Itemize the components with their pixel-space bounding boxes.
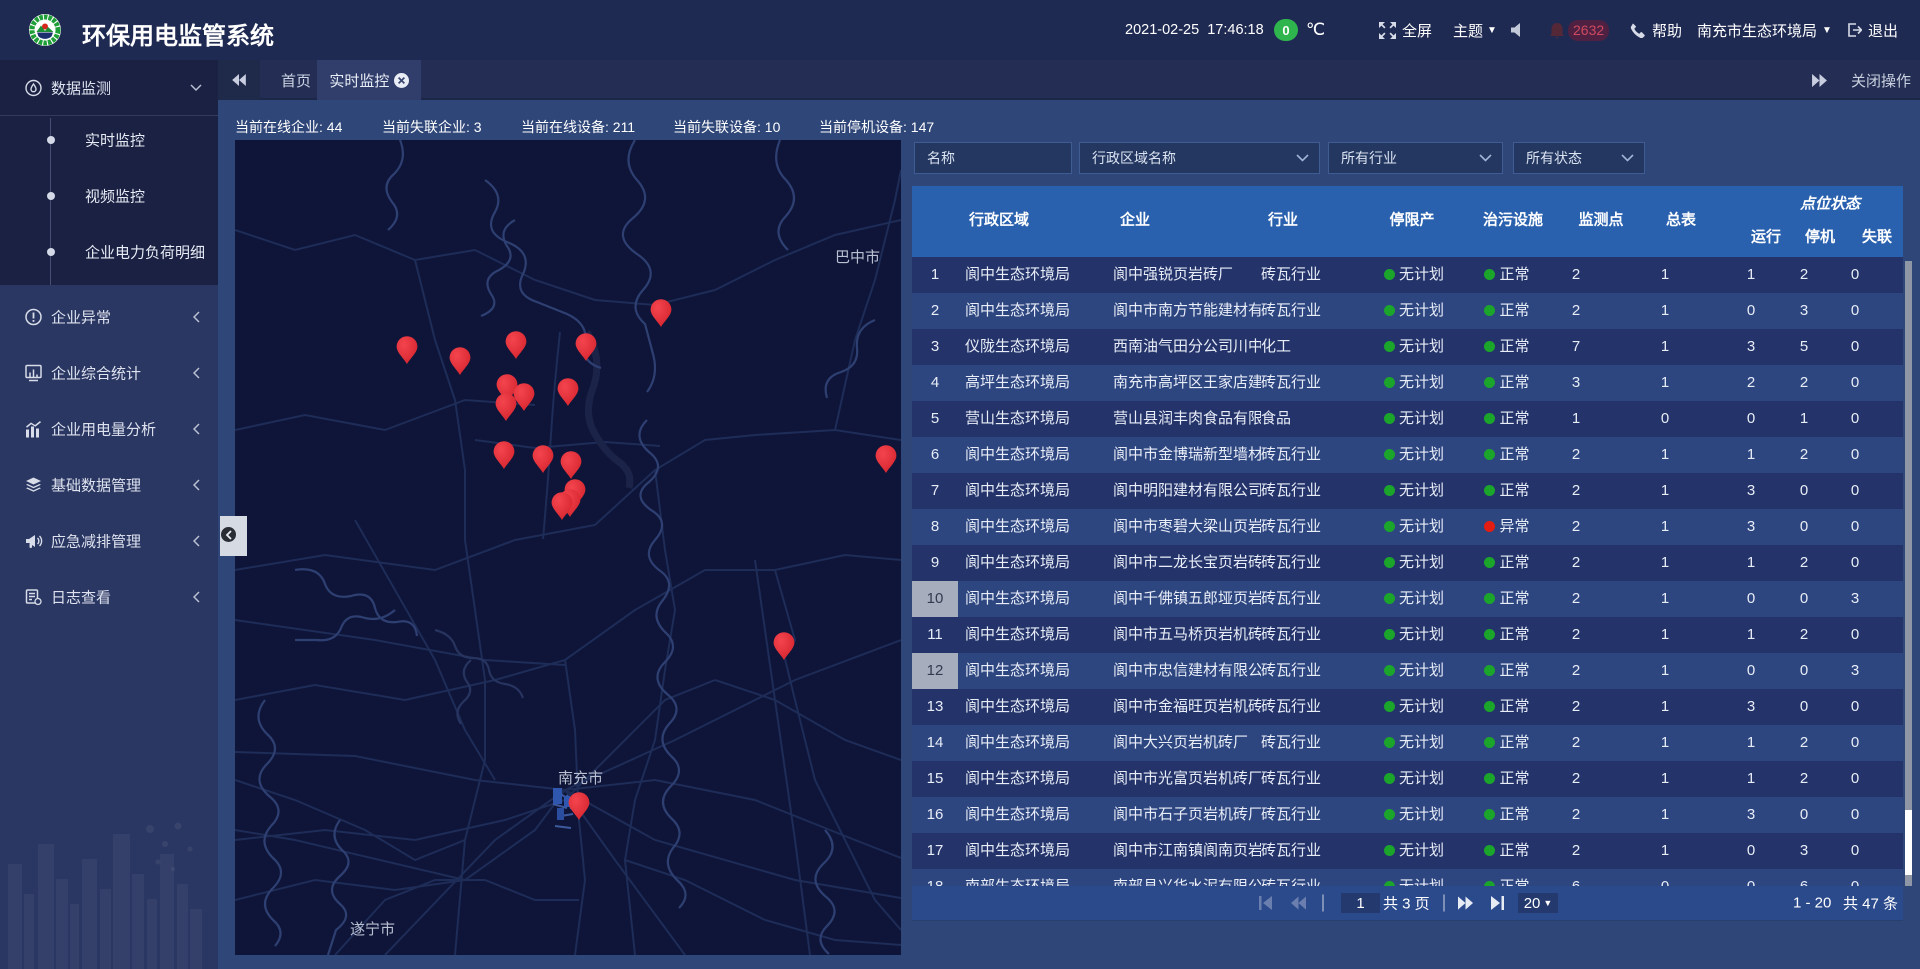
svg-text:遂宁市: 遂宁市 bbox=[350, 921, 395, 938]
svg-text:巴中市: 巴中市 bbox=[835, 249, 880, 266]
svg-text:南充市: 南充市 bbox=[558, 770, 603, 787]
